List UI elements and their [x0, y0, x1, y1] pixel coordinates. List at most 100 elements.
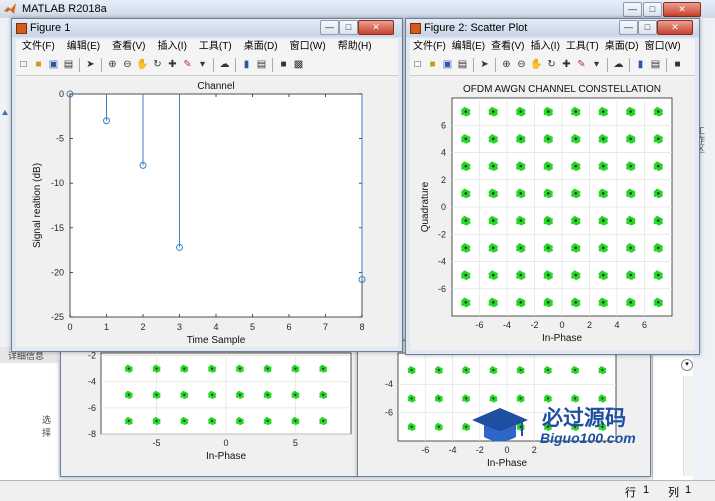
constellation-point — [518, 216, 522, 220]
menu-insert[interactable]: 插入(I) — [527, 39, 562, 55]
brush-dropdown-icon[interactable]: ▾ — [196, 58, 209, 71]
constellation-point — [604, 218, 608, 222]
pan-hand-icon[interactable]: ✋ — [530, 58, 543, 71]
constellation-point — [626, 221, 630, 225]
constellation-point — [465, 194, 469, 198]
right-scrollbar[interactable] — [683, 376, 694, 476]
constellation-point — [577, 109, 581, 113]
select-arrow-icon[interactable]: ➤ — [478, 58, 491, 71]
constellation-point — [209, 417, 213, 420]
new-file-icon[interactable]: □ — [17, 58, 30, 71]
print-icon[interactable]: ▤ — [62, 58, 75, 71]
maximize-icon[interactable]: □ — [638, 20, 657, 35]
menu-view[interactable]: 查看(V) — [106, 39, 151, 55]
menu-insert[interactable]: 插入(I) — [151, 39, 192, 55]
link-plot-icon[interactable]: ☁ — [218, 58, 231, 71]
constellation-center — [547, 273, 550, 277]
figure1-window[interactable]: Figure 1 — □ ✕ 文件(F) 编辑(E) 查看(V) 插入(I) 工具(T)… — [11, 18, 403, 352]
data-cursor-icon[interactable]: ✚ — [166, 58, 179, 71]
constellation-center — [574, 192, 577, 195]
save-icon[interactable]: ▣ — [441, 58, 454, 71]
constellation-center — [519, 273, 522, 277]
constellation-point — [628, 188, 632, 192]
link-plot-icon[interactable]: ☁ — [612, 58, 625, 71]
constellation-point — [576, 396, 580, 399]
minimize-icon[interactable]: — — [619, 20, 638, 35]
dropdown-circle-icon[interactable]: ▾ — [681, 359, 693, 371]
menu-window[interactable]: 窗口(W) — [284, 39, 332, 55]
zoom-out-icon[interactable]: ⊖ — [515, 58, 528, 71]
minimize-icon[interactable]: — — [320, 20, 339, 35]
constellation-point — [632, 163, 636, 167]
menu-edit[interactable]: 编辑(E) — [449, 39, 488, 55]
rotate-icon[interactable]: ↻ — [151, 58, 164, 71]
open-folder-icon[interactable]: ■ — [426, 58, 439, 71]
constellation-point — [494, 163, 498, 167]
minimize-icon[interactable]: — — [623, 2, 642, 17]
menu-edit[interactable]: 编辑(E) — [61, 39, 106, 55]
constellation-point — [573, 270, 577, 274]
constellation-point — [463, 107, 467, 111]
colorbar-icon[interactable]: ▮ — [634, 58, 647, 71]
constellation-center — [437, 369, 440, 372]
menu-tools[interactable]: 工具(T) — [193, 39, 238, 55]
constellation-point — [549, 136, 553, 140]
show-plot-tools-icon[interactable]: ▩ — [292, 58, 305, 71]
save-icon[interactable]: ▣ — [47, 58, 60, 71]
constellation-point — [520, 276, 524, 280]
menu-help[interactable]: 帮助(H) — [332, 39, 378, 55]
hide-plot-tools-icon[interactable]: ■ — [671, 58, 684, 71]
constellation-center — [266, 419, 269, 422]
print-icon[interactable]: ▤ — [456, 58, 469, 71]
brush-icon[interactable]: ✎ — [181, 58, 194, 71]
back-figure-left[interactable]: -5 0 5 -2 -4 -6 -8 In-Phase — [60, 340, 358, 477]
constellation-point — [522, 136, 526, 140]
brush-icon[interactable]: ✎ — [575, 58, 588, 71]
close-icon[interactable]: ✕ — [663, 2, 701, 17]
colorbar-icon[interactable]: ▮ — [240, 58, 253, 71]
select-arrow-icon[interactable]: ➤ — [84, 58, 97, 71]
constellation-point — [573, 297, 577, 301]
zoom-in-icon[interactable]: ⊕ — [106, 58, 119, 71]
close-icon[interactable]: ✕ — [657, 20, 693, 35]
data-cursor-icon[interactable]: ✚ — [560, 58, 573, 71]
constellation-point — [577, 245, 581, 249]
panel-arrow-icon[interactable] — [0, 106, 10, 121]
legend-icon[interactable]: ▤ — [255, 58, 268, 71]
rotate-icon[interactable]: ↻ — [545, 58, 558, 71]
maximize-icon[interactable]: □ — [643, 2, 662, 17]
constellation-point — [436, 394, 440, 398]
menu-tools[interactable]: 工具(T) — [563, 39, 602, 55]
new-file-icon[interactable]: □ — [411, 58, 424, 71]
menu-file[interactable]: 文件(F) — [16, 39, 61, 55]
constellation-point — [126, 364, 130, 368]
constellation-point — [465, 167, 469, 171]
hide-plot-tools-icon[interactable]: ■ — [277, 58, 290, 71]
zoom-in-icon[interactable]: ⊕ — [500, 58, 513, 71]
constellation-point — [573, 107, 577, 111]
menu-desktop[interactable]: 桌面(D) — [602, 39, 642, 55]
constellation-point — [296, 366, 300, 370]
open-folder-icon[interactable]: ■ — [32, 58, 45, 71]
constellation-point — [659, 245, 663, 249]
close-icon[interactable]: ✕ — [358, 20, 394, 35]
menu-window[interactable]: 窗口(W) — [642, 39, 684, 55]
figure2-window[interactable]: Figure 2: Scatter Plot — □ ✕ 文件(F) 编辑(E) 查… — [405, 18, 700, 355]
constellation-point — [267, 369, 270, 373]
constellation-point — [632, 136, 636, 140]
menu-view[interactable]: 查看(V) — [488, 39, 527, 55]
constellation-point — [440, 424, 443, 428]
pan-hand-icon[interactable]: ✋ — [136, 58, 149, 71]
constellation-point — [521, 396, 525, 399]
constellation-point — [235, 369, 239, 372]
legend-icon[interactable]: ▤ — [649, 58, 662, 71]
details-panel: 选择 — [0, 363, 58, 480]
constellation-point — [461, 221, 465, 225]
maximize-icon[interactable]: □ — [339, 20, 358, 35]
zoom-out-icon[interactable]: ⊖ — [121, 58, 134, 71]
menu-file[interactable]: 文件(F) — [410, 39, 449, 55]
brush-dropdown-icon[interactable]: ▾ — [590, 58, 603, 71]
row-value: 1 — [643, 484, 650, 496]
menu-desktop[interactable]: 桌面(D) — [238, 39, 284, 55]
constellation-point — [518, 366, 522, 369]
